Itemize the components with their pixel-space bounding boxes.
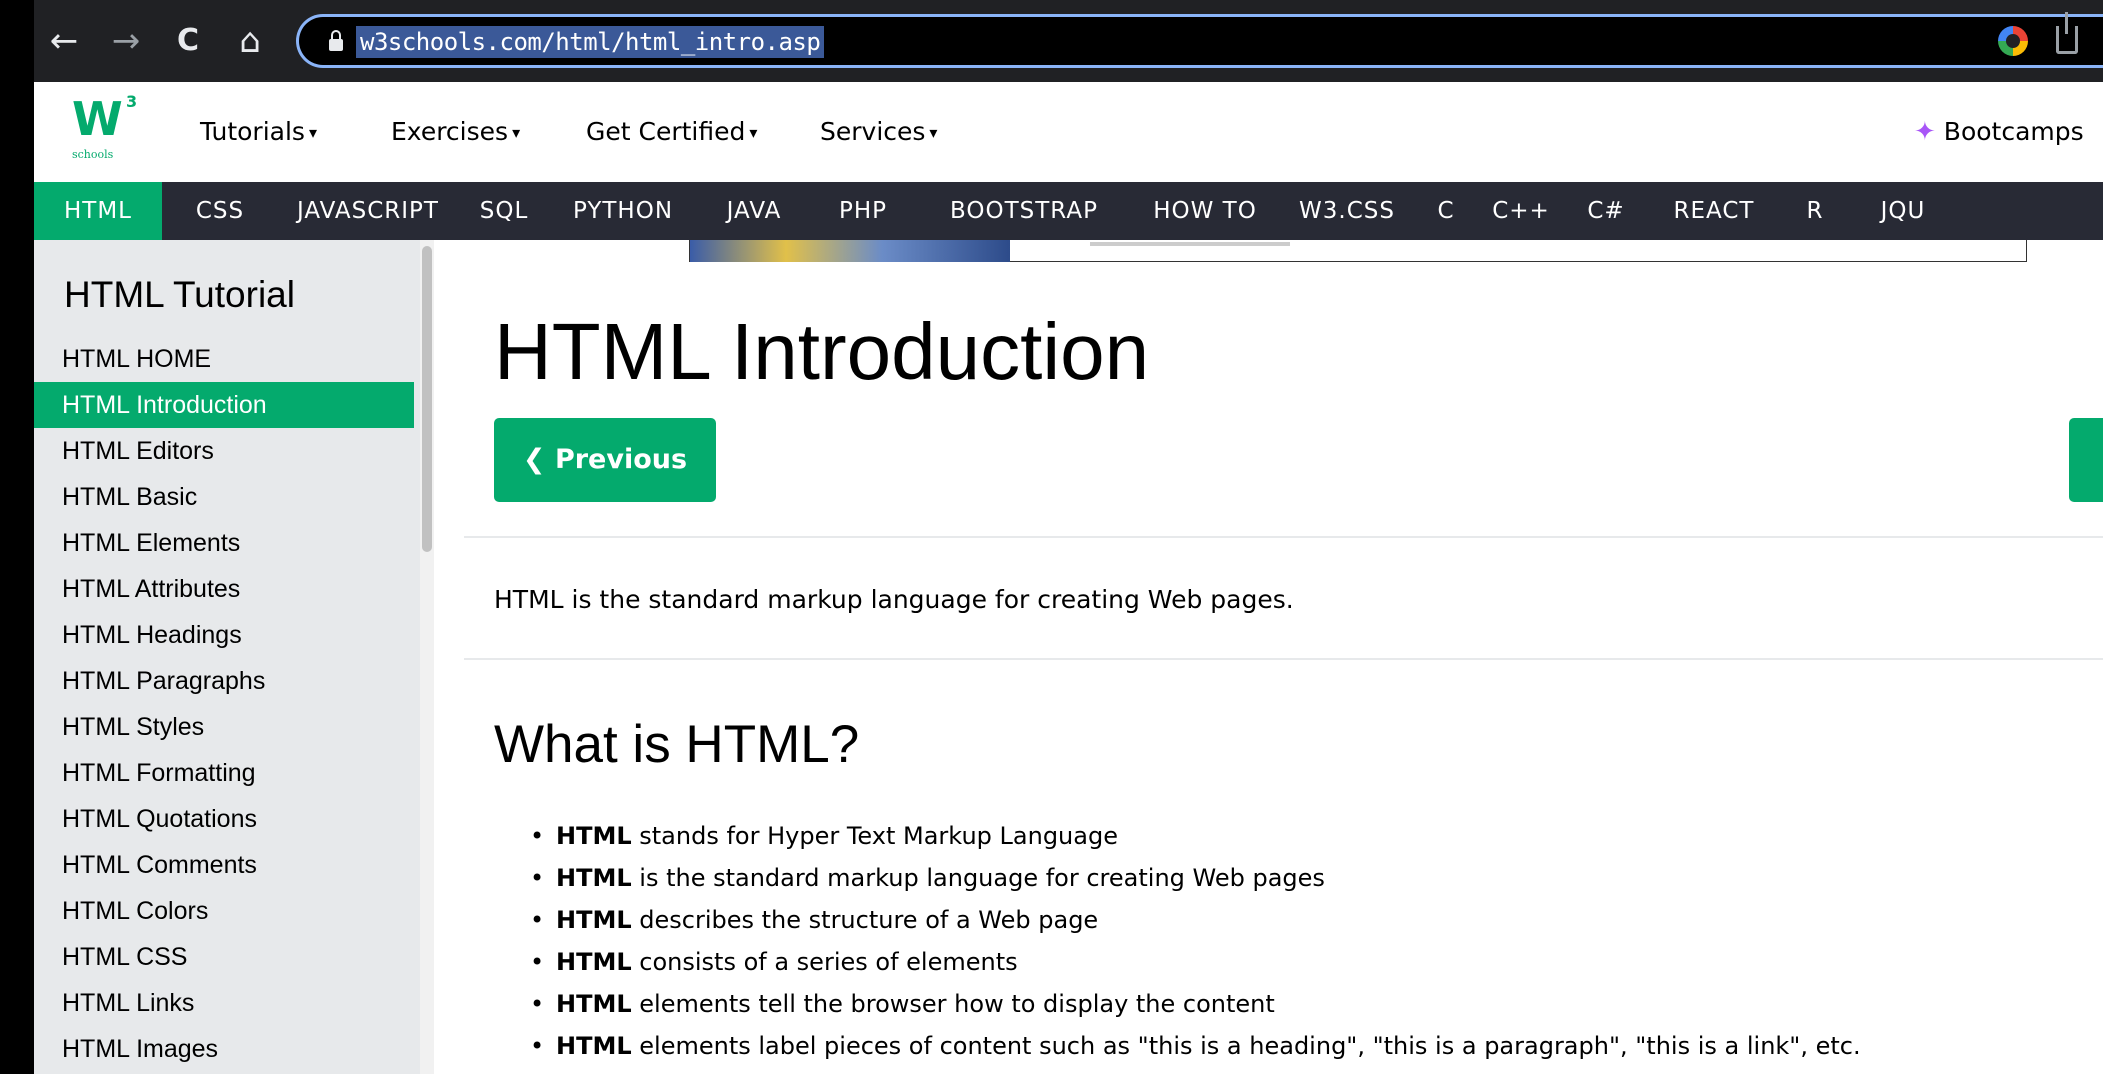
- ad-image[interactable]: [690, 240, 1010, 262]
- logo-mark: W: [72, 92, 123, 146]
- sidebar-item-html-images[interactable]: HTML Images: [34, 1026, 414, 1072]
- lock-icon[interactable]: [329, 30, 343, 52]
- sidebar-scroll-thumb[interactable]: [422, 246, 432, 552]
- caret-down-icon: ▾: [512, 123, 521, 142]
- site-topnav: W 3 schools Tutorials ▾ Exercises ▾ Get Ce…: [34, 82, 2103, 182]
- list-item: HTML consists of a series of elements: [494, 941, 1861, 983]
- sidebar-item-html-editors[interactable]: HTML Editors: [34, 428, 414, 474]
- list-item-bold: HTML: [556, 1032, 632, 1060]
- nav-services[interactable]: Services ▾: [820, 116, 937, 149]
- share-icon[interactable]: [2056, 12, 2078, 54]
- nav-get-certified[interactable]: Get Certified ▾: [586, 116, 757, 149]
- w3schools-logo[interactable]: W 3 schools: [68, 90, 138, 170]
- list-item-text: elements label pieces of content such as…: [631, 1032, 1861, 1060]
- sidebar-item-html-home[interactable]: HTML HOME: [34, 336, 414, 382]
- sidebar-item-html-colors[interactable]: HTML Colors: [34, 888, 414, 934]
- list-item-text: describes the structure of a Web page: [631, 906, 1099, 934]
- sparkle-icon: ✦: [1914, 117, 1936, 147]
- list-item-text: is the standard markup language for crea…: [631, 864, 1325, 892]
- sidebar-item-html-formatting[interactable]: HTML Formatting: [34, 750, 414, 796]
- logo-sub: schools: [72, 148, 114, 161]
- nav-services-label: Services: [820, 117, 926, 146]
- lang-tab-php[interactable]: PHP: [810, 182, 916, 240]
- next-button[interactable]: [2069, 418, 2103, 502]
- page-title: HTML Introduction: [494, 307, 1150, 396]
- nav-bootcamps[interactable]: ✦ Bootcamps: [1914, 116, 2084, 148]
- nav-tutorials-label: Tutorials: [200, 117, 305, 146]
- list-item-bold: HTML: [556, 822, 632, 850]
- list-item: HTML stands for Hyper Text Markup Langua…: [494, 815, 1861, 857]
- list-item-bold: HTML: [556, 864, 632, 892]
- lang-tab-sql[interactable]: SQL: [460, 182, 548, 240]
- ad-banner[interactable]: [689, 240, 2027, 262]
- caret-down-icon: ▾: [308, 123, 317, 142]
- list-item-text: consists of a series of elements: [631, 948, 1018, 976]
- lang-tab-java[interactable]: JAVA: [698, 182, 810, 240]
- sidebar-item-html-headings[interactable]: HTML Headings: [34, 612, 414, 658]
- list-item: HTML is the standard markup language for…: [494, 857, 1861, 899]
- divider: [464, 536, 2103, 538]
- what-is-html-list: HTML stands for Hyper Text Markup Langua…: [494, 815, 1861, 1067]
- lang-tab-r[interactable]: R: [1782, 182, 1848, 240]
- lang-tab-bootstrap[interactable]: BOOTSTRAP: [916, 182, 1132, 240]
- sidebar-scrollbar[interactable]: [420, 240, 434, 1074]
- logo-sup: 3: [126, 92, 138, 111]
- home-icon[interactable]: ⌂: [230, 21, 270, 61]
- ad-text: [1090, 242, 1290, 246]
- nav-exercises-label: Exercises: [391, 117, 509, 146]
- sidebar-item-html-attributes[interactable]: HTML Attributes: [34, 566, 414, 612]
- caret-down-icon: ▾: [749, 123, 758, 142]
- lang-tab-html[interactable]: HTML: [34, 182, 162, 240]
- lang-tab-csharp[interactable]: C#: [1566, 182, 1646, 240]
- address-bar[interactable]: w3schools.com/html/html_intro.asp: [296, 14, 2103, 68]
- divider: [464, 658, 2103, 660]
- sidebar-item-html-quotations[interactable]: HTML Quotations: [34, 796, 414, 842]
- url-text[interactable]: w3schools.com/html/html_intro.asp: [356, 26, 825, 58]
- reload-icon[interactable]: C: [168, 21, 208, 61]
- section-title: What is HTML?: [494, 715, 860, 774]
- forward-arrow-icon[interactable]: →: [106, 21, 146, 61]
- list-item: HTML elements label pieces of content su…: [494, 1025, 1861, 1067]
- list-item: HTML elements tell the browser how to di…: [494, 983, 1861, 1025]
- back-arrow-icon[interactable]: ←: [44, 21, 84, 61]
- sidebar-item-html-comments[interactable]: HTML Comments: [34, 842, 414, 888]
- window-edge: [0, 0, 34, 1074]
- nav-exercises[interactable]: Exercises ▾: [391, 116, 520, 149]
- lang-tab-w3css[interactable]: W3.CSS: [1278, 182, 1416, 240]
- sidebar-item-html-links[interactable]: HTML Links: [34, 980, 414, 1026]
- sidebar-item-html-styles[interactable]: HTML Styles: [34, 704, 414, 750]
- sidebar: HTML Tutorial HTML HOME HTML Introductio…: [34, 240, 434, 1074]
- previous-button[interactable]: ❮ Previous: [494, 418, 716, 502]
- lang-tab-react[interactable]: REACT: [1646, 182, 1782, 240]
- sidebar-item-html-basic[interactable]: HTML Basic: [34, 474, 414, 520]
- lang-tab-javascript[interactable]: JAVASCRIPT: [278, 182, 458, 240]
- nav-bootcamps-label: Bootcamps: [1943, 117, 2084, 146]
- sidebar-item-html-introduction[interactable]: HTML Introduction: [34, 382, 414, 428]
- sidebar-item-html-elements[interactable]: HTML Elements: [34, 520, 414, 566]
- lang-tab-howto[interactable]: HOW TO: [1132, 182, 1278, 240]
- lang-tab-cpp[interactable]: C++: [1476, 182, 1566, 240]
- list-item-bold: HTML: [556, 990, 632, 1018]
- sidebar-item-html-css[interactable]: HTML CSS: [34, 934, 414, 980]
- nav-get-certified-label: Get Certified: [586, 117, 746, 146]
- lang-tab-css[interactable]: CSS: [162, 182, 278, 240]
- lang-tab-python[interactable]: PYTHON: [548, 182, 698, 240]
- intro-text: HTML is the standard markup language for…: [494, 585, 1294, 614]
- lang-tab-jquery[interactable]: JQU: [1848, 182, 1958, 240]
- list-item: HTML describes the structure of a Web pa…: [494, 899, 1861, 941]
- list-item-text: stands for Hyper Text Markup Language: [631, 822, 1118, 850]
- list-item-bold: HTML: [556, 906, 632, 934]
- google-icon[interactable]: [1998, 26, 2028, 56]
- sidebar-item-html-paragraphs[interactable]: HTML Paragraphs: [34, 658, 414, 704]
- main-content: HTML Introduction ❮ Previous HTML is the…: [434, 240, 2103, 1074]
- browser-toolbar: ← → C ⌂ w3schools.com/html/html_intro.as…: [0, 0, 2103, 82]
- caret-down-icon: ▾: [929, 123, 938, 142]
- nav-tutorials[interactable]: Tutorials ▾: [200, 116, 317, 149]
- language-bar: HTML CSS JAVASCRIPT SQL PYTHON JAVA PHP …: [34, 182, 2103, 240]
- list-item-bold: HTML: [556, 948, 632, 976]
- list-item-text: elements tell the browser how to display…: [631, 990, 1275, 1018]
- lang-tab-c[interactable]: C: [1416, 182, 1476, 240]
- sidebar-title: HTML Tutorial: [64, 274, 295, 315]
